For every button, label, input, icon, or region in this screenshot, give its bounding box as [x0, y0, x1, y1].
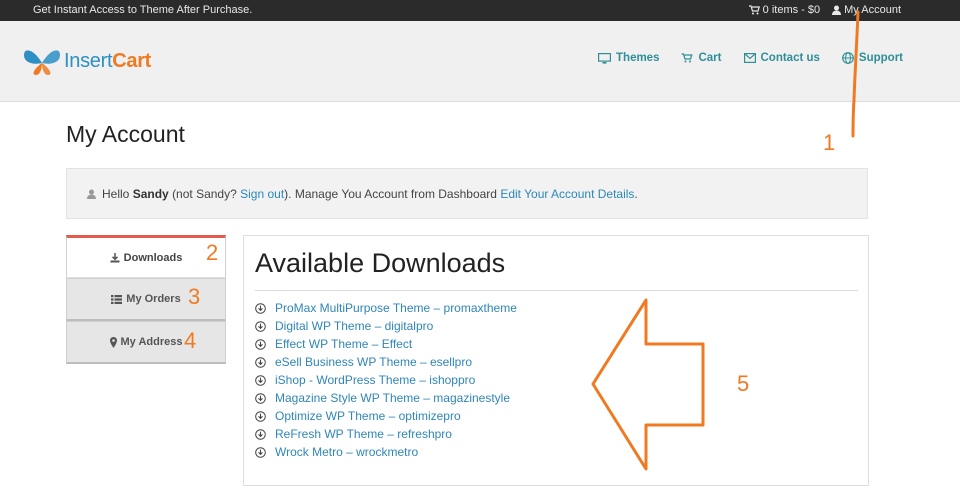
butterfly-logo-icon [22, 45, 62, 77]
my-account-label: My Account [844, 4, 901, 16]
cart-icon [681, 53, 694, 63]
map-marker-icon [109, 336, 117, 348]
envelope-icon [743, 53, 756, 63]
download-item-link[interactable]: Optimize WP Theme – optimizepro [275, 409, 461, 423]
tab-my-address[interactable]: My Address [66, 321, 226, 364]
download-item[interactable]: Digital WP Theme – digitalpro [255, 317, 517, 335]
download-circle-icon [255, 302, 266, 314]
annotation-number-5: 5 [737, 371, 750, 396]
downloads-heading: Available Downloads [255, 248, 506, 278]
download-circle-icon [255, 410, 266, 422]
download-circle-icon [255, 320, 266, 332]
download-icon [110, 252, 120, 263]
globe-icon [842, 52, 854, 64]
tab-downloads[interactable]: Downloads [66, 235, 226, 278]
download-item[interactable]: ProMax MultiPurpose Theme – promaxtheme [255, 299, 517, 317]
my-account-link[interactable]: My Account [832, 4, 901, 16]
user-icon [832, 5, 842, 15]
user-name: Sandy [132, 186, 169, 201]
annotation-number-4: 4 [184, 328, 197, 353]
nav-cart[interactable]: Cart [681, 52, 722, 64]
account-greeting-box: Hello Sandy (not Sandy? Sign out). Manag… [66, 168, 868, 219]
mini-cart-label: 0 items - $0 [762, 4, 821, 16]
download-item-link[interactable]: Effect WP Theme – Effect [275, 337, 412, 351]
list-icon [111, 294, 123, 304]
nav-contact[interactable]: Contact us [743, 52, 820, 64]
download-circle-icon [255, 446, 266, 458]
download-circle-icon [255, 428, 266, 440]
downloads-panel: Available Downloads ProMax MultiPurpose … [243, 235, 869, 486]
divider [255, 290, 858, 291]
site-logo[interactable]: InsertCart [22, 45, 151, 77]
download-item[interactable]: iShop - WordPress Theme – ishoppro [255, 371, 517, 389]
download-item-link[interactable]: Digital WP Theme – digitalpro [275, 319, 433, 333]
download-item[interactable]: Magazine Style WP Theme – magazinestyle [255, 389, 517, 407]
download-circle-icon [255, 338, 266, 350]
download-item-link[interactable]: eSell Business WP Theme – esellpro [275, 355, 472, 369]
download-item[interactable]: ReFresh WP Theme – refreshpro [255, 425, 517, 443]
main-nav: Themes Cart Contact us Support [598, 52, 903, 64]
annotation-number-2: 2 [206, 240, 219, 265]
download-item-link[interactable]: ProMax MultiPurpose Theme – promaxtheme [275, 301, 517, 315]
download-item-link[interactable]: ReFresh WP Theme – refreshpro [275, 427, 452, 441]
download-circle-icon [255, 392, 266, 404]
site-header: InsertCart Themes Cart Contact us Suppor… [0, 21, 960, 102]
download-item-link[interactable]: Wrock Metro – wrockmetro [275, 445, 418, 459]
edit-account-link[interactable]: Edit Your Account Details [500, 187, 634, 201]
account-tabs: Downloads My Orders My Address [66, 235, 226, 364]
logo-text: InsertCart [64, 49, 152, 72]
nav-support[interactable]: Support [842, 52, 903, 64]
annotation-number-1: 1 [823, 130, 836, 155]
download-item-link[interactable]: Magazine Style WP Theme – magazinestyle [275, 391, 510, 405]
download-item[interactable]: eSell Business WP Theme – esellpro [255, 353, 517, 371]
sign-out-link[interactable]: Sign out [240, 187, 284, 201]
page-title: My Account [66, 121, 185, 147]
nav-themes[interactable]: Themes [598, 52, 659, 64]
download-item[interactable]: Effect WP Theme – Effect [255, 335, 517, 353]
mini-cart-link[interactable]: 0 items - $0 [748, 4, 821, 16]
greeting-text: Hello Sandy (not Sandy? Sign out). Manag… [102, 186, 638, 201]
downloads-list: ProMax MultiPurpose Theme – promaxtheme D… [255, 299, 517, 461]
annotation-number-3: 3 [188, 284, 201, 309]
download-item-link[interactable]: iShop - WordPress Theme – ishoppro [275, 373, 475, 387]
top-bar-right: 0 items - $0 My Account [748, 4, 901, 16]
monitor-icon [598, 52, 612, 64]
download-circle-icon [255, 356, 266, 368]
user-icon [87, 189, 96, 199]
download-item[interactable]: Optimize WP Theme – optimizepro [255, 407, 517, 425]
promo-text: Get Instant Access to Theme After Purcha… [33, 4, 253, 16]
top-bar: Get Instant Access to Theme After Purcha… [0, 0, 960, 21]
cart-icon [748, 5, 760, 15]
download-item[interactable]: Wrock Metro – wrockmetro [255, 443, 517, 461]
download-circle-icon [255, 374, 266, 386]
tab-my-orders[interactable]: My Orders [66, 278, 226, 321]
